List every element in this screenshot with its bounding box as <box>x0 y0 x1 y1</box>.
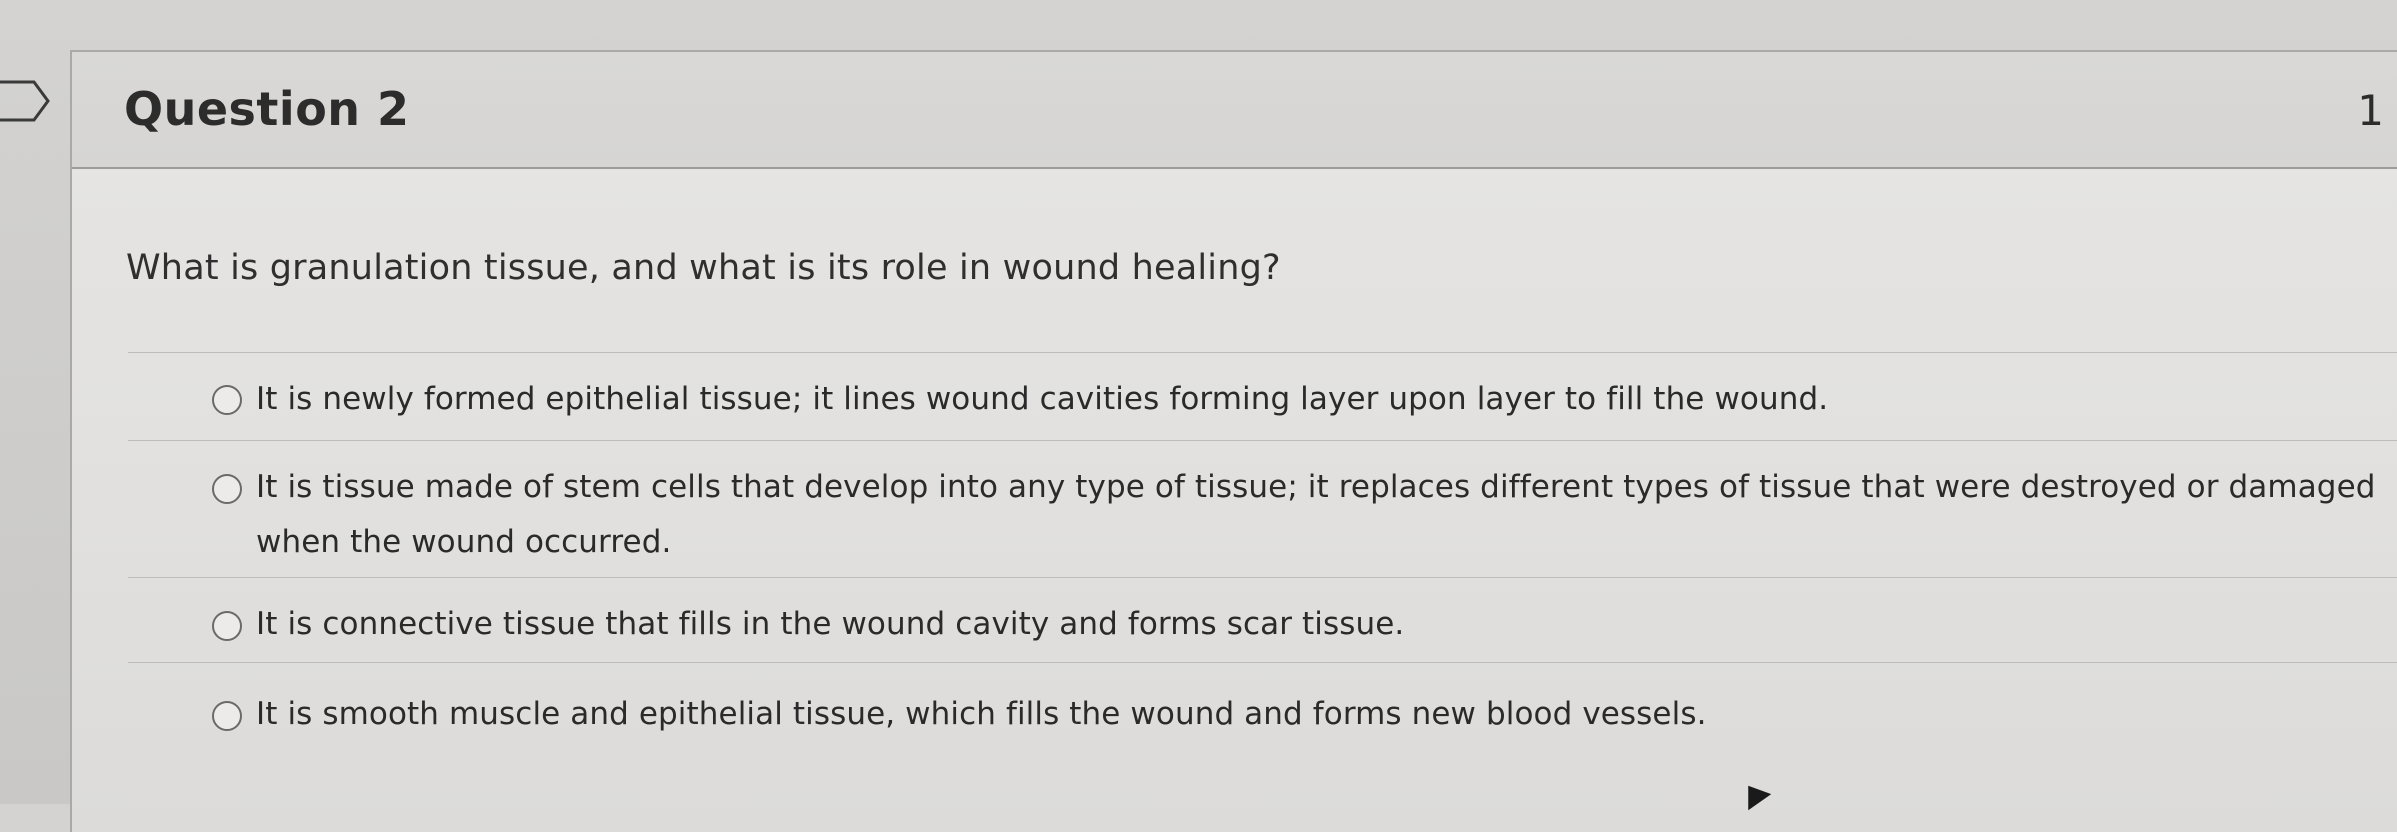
question-title: Question 2 <box>124 82 410 136</box>
question-header: Question 2 1 <box>72 52 2397 169</box>
radio-button-icon[interactable] <box>212 474 242 504</box>
answer-label[interactable]: It is connective tissue that fills in th… <box>256 597 2397 652</box>
answer-option-1[interactable]: It is newly formed epithelial tissue; it… <box>128 352 2397 440</box>
answer-option-2[interactable]: It is tissue made of stem cells that dev… <box>128 440 2397 577</box>
answer-option-3[interactable]: It is connective tissue that fills in th… <box>128 577 2397 662</box>
answer-label[interactable]: It is smooth muscle and epithelial tissu… <box>256 687 2397 742</box>
answer-option-4[interactable]: It is smooth muscle and epithelial tissu… <box>128 662 2397 752</box>
radio-button-icon[interactable] <box>212 611 242 641</box>
question-card: Question 2 1 What is granulation tissue,… <box>70 50 2397 832</box>
answer-list: It is newly formed epithelial tissue; it… <box>128 352 2397 752</box>
answer-label[interactable]: It is tissue made of stem cells that dev… <box>256 460 2397 570</box>
flag-question-icon[interactable] <box>0 78 58 124</box>
radio-button-icon[interactable] <box>212 701 242 731</box>
answer-label[interactable]: It is newly formed epithelial tissue; it… <box>256 372 2397 427</box>
question-text: What is granulation tissue, and what is … <box>126 248 1281 288</box>
question-points: 1 <box>2357 86 2384 135</box>
radio-button-icon[interactable] <box>212 385 242 415</box>
